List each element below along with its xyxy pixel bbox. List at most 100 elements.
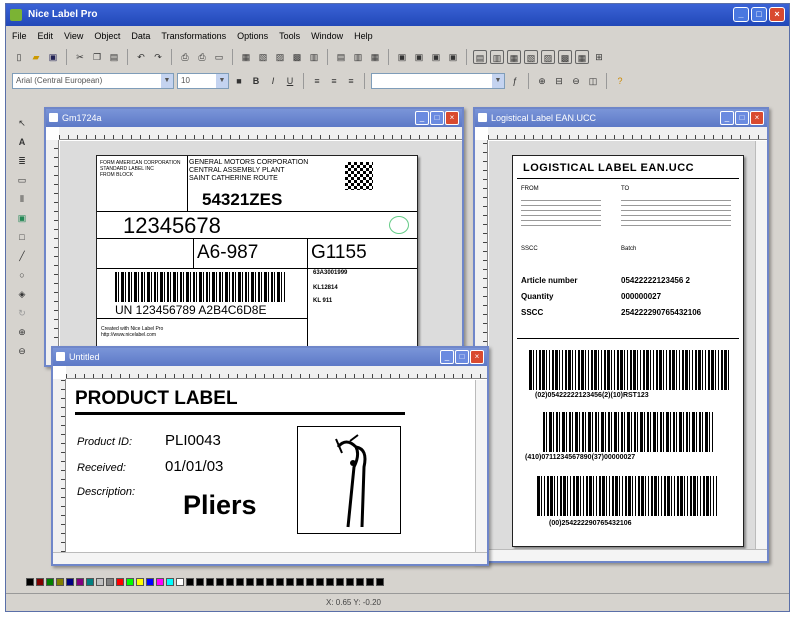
palette-swatch[interactable] xyxy=(186,578,194,586)
grid-icon[interactable]: ▩ xyxy=(290,50,304,64)
save-icon[interactable]: ▣ xyxy=(46,50,60,64)
untitled-horizontal-scrollbar[interactable] xyxy=(53,552,487,564)
line-tool-icon[interactable]: ╱ xyxy=(15,249,29,263)
fill-icon[interactable]: ■ xyxy=(232,74,246,88)
help-icon[interactable]: ? xyxy=(613,74,627,88)
front-icon[interactable]: ▣ xyxy=(429,50,443,64)
layout5-icon[interactable]: ▨ xyxy=(541,50,555,64)
palette-swatch[interactable] xyxy=(286,578,294,586)
zoom-select-icon[interactable]: ⊟ xyxy=(552,74,566,88)
palette-swatch[interactable] xyxy=(316,578,324,586)
align-center-icon[interactable]: ▥ xyxy=(351,50,365,64)
zoom-in-toolbar-icon[interactable]: ⊕ xyxy=(535,74,549,88)
layout4-icon[interactable]: ▧ xyxy=(524,50,538,64)
ellipse-tool-icon[interactable]: ○ xyxy=(15,268,29,282)
group-icon[interactable]: ▣ xyxy=(395,50,409,64)
logistical-horizontal-scrollbar[interactable] xyxy=(475,549,767,561)
text-align-right-icon[interactable]: ≡ xyxy=(344,74,358,88)
menu-data[interactable]: Data xyxy=(131,28,150,44)
font-size-select[interactable]: 10 ▼ xyxy=(177,73,229,89)
menu-file[interactable]: File xyxy=(12,28,27,44)
palette-swatch[interactable] xyxy=(66,578,74,586)
rich-text-tool-icon[interactable]: ▭ xyxy=(15,173,29,187)
print-preview-icon[interactable]: ⎙ xyxy=(195,50,209,64)
menu-object[interactable]: Object xyxy=(94,28,120,44)
cut-icon[interactable]: ✂ xyxy=(73,50,87,64)
window-gm1724a[interactable]: Gm1724a _ □ × FORM AMERICAN CORPORATION ST… xyxy=(44,107,464,367)
menu-view[interactable]: View xyxy=(64,28,83,44)
untitled-close-button[interactable]: × xyxy=(470,350,484,364)
gm-maximize-button[interactable]: □ xyxy=(430,111,444,125)
logistical-close-button[interactable]: × xyxy=(750,111,764,125)
palette-swatch[interactable] xyxy=(366,578,374,586)
palette-swatch[interactable] xyxy=(76,578,84,586)
layout6-icon[interactable]: ▩ xyxy=(558,50,572,64)
palette-swatch[interactable] xyxy=(156,578,164,586)
palette-swatch[interactable] xyxy=(376,578,384,586)
text-align-left-icon[interactable]: ≡ xyxy=(310,74,324,88)
layout3-icon[interactable]: ▦ xyxy=(507,50,521,64)
rotate-tool-icon[interactable]: ↻ xyxy=(15,306,29,320)
picture-tool-icon[interactable]: ▣ xyxy=(15,211,29,225)
barcode-tool-icon[interactable]: ⦀ xyxy=(15,192,29,206)
palette-swatch[interactable] xyxy=(176,578,184,586)
preview-icon[interactable]: ▭ xyxy=(212,50,226,64)
zoom-out-icon[interactable]: ⊖ xyxy=(15,344,29,358)
print-icon[interactable]: ⎙ xyxy=(178,50,192,64)
fit-icon[interactable]: ◫ xyxy=(586,74,600,88)
palette-swatch[interactable] xyxy=(116,578,124,586)
palette-swatch[interactable] xyxy=(196,578,204,586)
maximize-button[interactable]: □ xyxy=(751,7,767,22)
palette-swatch[interactable] xyxy=(216,578,224,586)
palette-swatch[interactable] xyxy=(86,578,94,586)
palette-swatch[interactable] xyxy=(296,578,304,586)
bold-button[interactable]: B xyxy=(249,74,263,88)
untitled-canvas[interactable]: PRODUCT LABEL Product ID: PLI0043 Receiv… xyxy=(67,380,475,552)
gm-close-button[interactable]: × xyxy=(445,111,459,125)
italic-button[interactable]: I xyxy=(266,74,280,88)
untitled-maximize-button[interactable]: □ xyxy=(455,350,469,364)
zoom-fit-icon[interactable]: ▧ xyxy=(256,50,270,64)
palette-swatch[interactable] xyxy=(56,578,64,586)
text-align-center-icon[interactable]: ≡ xyxy=(327,74,341,88)
text-tool-icon[interactable]: A xyxy=(15,135,29,149)
layout2-icon[interactable]: ▥ xyxy=(490,50,504,64)
ungroup-icon[interactable]: ▣ xyxy=(412,50,426,64)
layout7-icon[interactable]: ▦ xyxy=(575,50,589,64)
zoom-page-icon[interactable]: ▨ xyxy=(273,50,287,64)
palette-swatch[interactable] xyxy=(276,578,284,586)
rectangle-tool-icon[interactable]: □ xyxy=(15,230,29,244)
palette-swatch[interactable] xyxy=(326,578,334,586)
palette-swatch[interactable] xyxy=(166,578,174,586)
palette-swatch[interactable] xyxy=(136,578,144,586)
align-left-icon[interactable]: ▤ xyxy=(334,50,348,64)
new-icon[interactable]: ▯ xyxy=(12,50,26,64)
fill-tool-icon[interactable]: ◈ xyxy=(15,287,29,301)
palette-swatch[interactable] xyxy=(206,578,214,586)
palette-swatch[interactable] xyxy=(346,578,354,586)
window-logistical-label[interactable]: Logistical Label EAN.UCC _ □ × LOGISTICAL … xyxy=(473,107,769,563)
select-tool-icon[interactable]: ↖ xyxy=(15,116,29,130)
menu-options[interactable]: Options xyxy=(237,28,268,44)
menu-transformations[interactable]: Transformations xyxy=(161,28,226,44)
palette-swatch[interactable] xyxy=(126,578,134,586)
palette-swatch[interactable] xyxy=(236,578,244,586)
logistical-maximize-button[interactable]: □ xyxy=(735,111,749,125)
palette-swatch[interactable] xyxy=(226,578,234,586)
underline-button[interactable]: U xyxy=(283,74,297,88)
minimize-button[interactable]: _ xyxy=(733,7,749,22)
gm-minimize-button[interactable]: _ xyxy=(415,111,429,125)
function-icon[interactable]: ƒ xyxy=(508,74,522,88)
close-button[interactable]: × xyxy=(769,7,785,22)
open-icon[interactable]: ▰ xyxy=(29,50,43,64)
paste-icon[interactable]: ▤ xyxy=(107,50,121,64)
palette-swatch[interactable] xyxy=(46,578,54,586)
label-setup-icon[interactable]: ▦ xyxy=(239,50,253,64)
untitled-vertical-scrollbar[interactable] xyxy=(475,380,487,552)
undo-icon[interactable]: ↶ xyxy=(134,50,148,64)
back-icon[interactable]: ▣ xyxy=(446,50,460,64)
window-untitled[interactable]: Untitled _ □ × PRODUCT LABEL Product ID: P… xyxy=(51,346,489,566)
gm-canvas[interactable]: FORM AMERICAN CORPORATION STANDARD LABEL… xyxy=(60,141,462,365)
variable-select[interactable]: ▼ xyxy=(371,73,505,89)
menu-help[interactable]: Help xyxy=(354,28,373,44)
